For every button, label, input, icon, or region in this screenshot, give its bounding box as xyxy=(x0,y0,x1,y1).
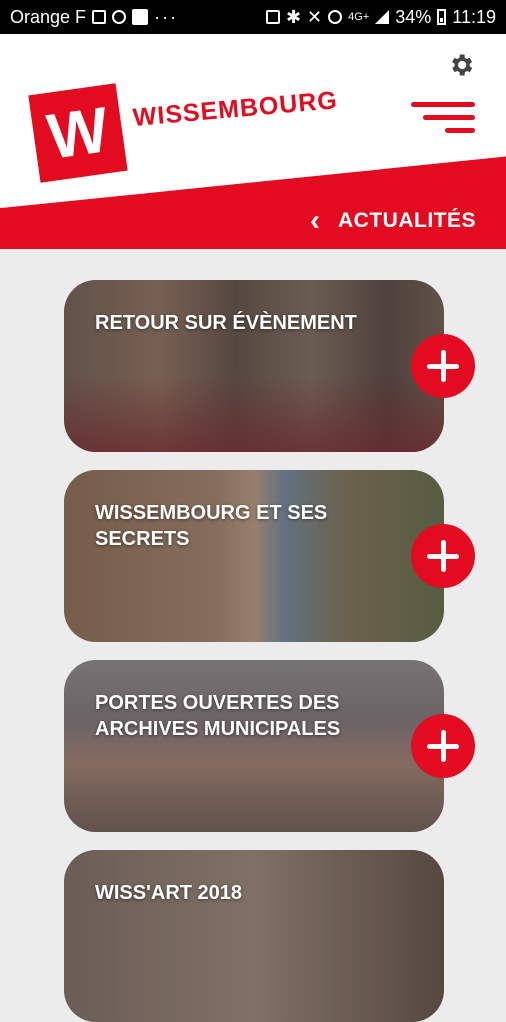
carrier-label: Orange F xyxy=(10,6,87,27)
news-card[interactable]: WISSEMBOURG ET SES SECRETS xyxy=(64,470,444,642)
add-icon[interactable] xyxy=(411,524,475,588)
lock-icon xyxy=(265,10,280,24)
gear-icon[interactable] xyxy=(446,50,476,80)
battery-label: 34% xyxy=(395,6,432,27)
status-bar: Orange F ··· ✱ ✕ 4G+ 34% 11:19 xyxy=(0,0,506,34)
weather-notification-icon xyxy=(112,10,127,24)
section-nav: ‹ ACTUALITÉS xyxy=(310,206,476,236)
add-icon[interactable] xyxy=(411,334,475,398)
image-notification-icon xyxy=(92,10,107,24)
app-header: W WISSEMBOURG ‹ ACTUALITÉS xyxy=(0,34,506,254)
alarm-icon xyxy=(328,10,343,24)
news-card[interactable]: PORTES OUVERTES DES ARCHIVES MUNICIPALES xyxy=(64,660,444,832)
vibrate-icon: ✕ xyxy=(307,6,323,27)
battery-icon xyxy=(437,9,447,25)
hamburger-menu-icon[interactable] xyxy=(411,100,475,136)
signal-icon xyxy=(375,10,390,24)
facebook-notification-icon xyxy=(132,9,149,25)
news-card-title: WISS'ART 2018 xyxy=(95,882,243,904)
logo-letter: W xyxy=(43,93,113,173)
news-card-title: RETOUR SUR ÉVÈNEMENT xyxy=(95,312,357,334)
bluetooth-icon: ✱ xyxy=(285,6,302,27)
news-card[interactable]: WISS'ART 2018 xyxy=(64,850,444,1022)
add-icon[interactable] xyxy=(411,714,475,778)
news-card-title: WISSEMBOURG ET SES SECRETS xyxy=(95,502,328,550)
wissembourg-logo: W xyxy=(28,83,128,183)
news-card-title: PORTES OUVERTES DES ARCHIVES MUNICIPALES xyxy=(95,692,341,740)
news-card[interactable]: RETOUR SUR ÉVÈNEMENT xyxy=(64,280,444,452)
network-type-label: 4G+ xyxy=(348,11,370,23)
more-notifications-icon: ··· xyxy=(154,6,179,27)
clock-label: 11:19 xyxy=(452,6,496,27)
section-title: ACTUALITÉS xyxy=(338,209,476,232)
chevron-left-icon[interactable]: ‹ xyxy=(310,206,320,236)
